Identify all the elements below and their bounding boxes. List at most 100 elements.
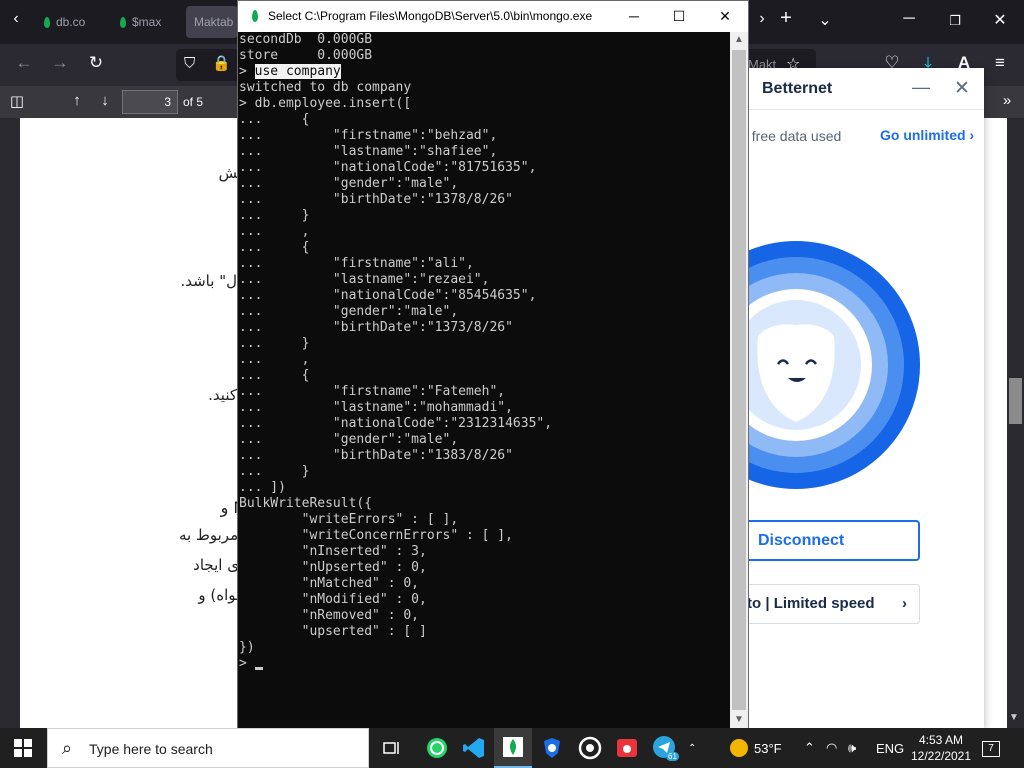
menu-icon[interactable]: ≡ xyxy=(988,53,1012,73)
tab-maktab[interactable]: Maktab xyxy=(186,6,238,38)
page-count: of 5 xyxy=(183,95,204,109)
console-line: > db.employee.insert([ xyxy=(239,96,412,111)
language-indicator[interactable]: ENG xyxy=(876,728,904,768)
console-line: ... "firstname":"Fatemeh", xyxy=(239,384,506,399)
go-unlimited-link[interactable]: Go unlimited › xyxy=(880,127,974,143)
clock[interactable]: 4:53 AM 12/22/2021 xyxy=(908,732,974,764)
brave-icon[interactable] xyxy=(533,728,571,768)
console-line: > use company xyxy=(239,64,341,79)
console-line: ... "birthDate":"1383/8/26" xyxy=(239,448,513,463)
telegram-icon[interactable]: 61 xyxy=(646,728,684,768)
previous-page-icon[interactable]: ↑ xyxy=(66,92,88,109)
console-line: "nInserted" : 3, xyxy=(239,544,427,559)
page-number-input[interactable]: 3 xyxy=(122,90,178,114)
console-line: "nUpserted" : 0, xyxy=(239,560,427,575)
betternet-title: Betternet xyxy=(762,80,833,97)
whatsapp-icon[interactable] xyxy=(418,728,456,768)
console-line: BulkWriteResult({ xyxy=(239,496,373,511)
shield-icon[interactable]: ⛉ xyxy=(184,55,195,72)
taskbar-search-box[interactable]: ⌕ Type here to search xyxy=(47,728,369,768)
sidebar-toggle-icon[interactable]: ◫ xyxy=(6,92,28,110)
mongo-console-window[interactable]: Select C:\Program Files\MongoDB\Server\5… xyxy=(237,0,749,729)
console-scrollbar[interactable]: ▲ ▼ xyxy=(730,32,748,729)
console-output[interactable]: secondDb 0.000GB store 0.000GB > use compa… xyxy=(239,32,729,730)
console-line: ... "birthDate":"1378/8/26" xyxy=(239,192,513,207)
data-usage-text: f free data used xyxy=(744,128,842,144)
brave-glyph xyxy=(544,738,560,758)
console-title: Select C:\Program Files\MongoDB\Server\5… xyxy=(268,9,593,23)
obs-glyph xyxy=(578,736,602,760)
obs-icon[interactable] xyxy=(571,728,609,768)
speed-plan-button[interactable]: to | Limited speed › xyxy=(742,584,920,624)
task-view-icon[interactable] xyxy=(373,728,411,768)
console-line: "upserted" : [ ] xyxy=(239,624,427,639)
disconnect-button[interactable]: Disconnect xyxy=(742,520,920,561)
windows-logo-icon xyxy=(14,739,32,757)
mongodb-leaf-icon xyxy=(120,16,126,28)
speed-plan-label: to | Limited speed xyxy=(747,595,875,612)
plus-icon[interactable]: + xyxy=(774,7,798,30)
console-line: ... { xyxy=(239,112,310,127)
camera-glyph xyxy=(617,739,637,757)
mongodb-icon[interactable] xyxy=(494,728,532,768)
start-button[interactable] xyxy=(0,728,46,768)
tab-max[interactable]: $max xyxy=(112,6,178,38)
minimize-icon[interactable]: ─ xyxy=(619,5,649,27)
console-scrollbar-thumb[interactable] xyxy=(732,50,746,710)
tools-chevron-icon[interactable]: » xyxy=(996,92,1018,109)
text-cursor xyxy=(254,667,263,670)
console-line: "nRemoved" : 0, xyxy=(239,608,420,623)
scroll-down-arrow-icon[interactable]: ▼ xyxy=(1009,712,1019,723)
maximize-icon[interactable]: ☐ xyxy=(664,5,694,27)
weather-temp: 53°F xyxy=(754,740,782,756)
minimize-icon[interactable]: — xyxy=(912,77,930,98)
search-placeholder: Type here to search xyxy=(89,741,213,757)
console-title-bar[interactable]: Select C:\Program Files\MongoDB\Server\5… xyxy=(238,1,748,32)
pdf-text-line: کنید. xyxy=(208,386,237,404)
console-line: > xyxy=(239,656,729,672)
notification-center-icon[interactable]: 7 xyxy=(980,738,1002,758)
forward-icon[interactable]: → xyxy=(48,53,72,73)
taskbar: ⌕ Type here to search 61 ⌃ 53°F ⌃ ◠ 🕪 EN… xyxy=(0,728,1024,768)
tray-expand-icon[interactable]: ⌃ xyxy=(688,728,700,768)
volume-icon[interactable]: 🕪 xyxy=(848,728,856,768)
scroll-up-arrow-icon[interactable]: ▲ xyxy=(734,34,744,45)
back-icon[interactable]: ← xyxy=(12,53,36,73)
weather-widget[interactable]: 53°F xyxy=(730,728,782,768)
search-icon: ⌕ xyxy=(62,738,73,758)
pdf-scrollbar-thumb[interactable] xyxy=(1009,378,1022,424)
chevron-down-icon[interactable]: ⌄ xyxy=(813,10,837,30)
mongodb-glyph xyxy=(503,737,523,757)
show-hidden-icons-icon[interactable]: ⌃ xyxy=(804,728,815,768)
vscode-glyph xyxy=(463,738,484,758)
vscode-icon[interactable] xyxy=(455,728,493,768)
tab-scroll-right-icon[interactable]: › xyxy=(750,10,774,28)
camera-icon[interactable] xyxy=(608,728,646,768)
whatsapp-glyph xyxy=(427,738,447,758)
wifi-icon[interactable]: ◠ xyxy=(826,728,837,768)
minimize-icon[interactable]: ─ xyxy=(897,10,921,28)
tab-label: $max xyxy=(132,15,162,29)
console-line: ... "lastname":"mohammadi", xyxy=(239,400,513,415)
console-line: ... "birthDate":"1373/8/26" xyxy=(239,320,513,335)
reload-icon[interactable]: ↻ xyxy=(84,53,108,73)
console-line: switched to db company xyxy=(239,80,412,95)
console-line: }) xyxy=(239,640,255,655)
lock-icon[interactable]: 🔒 xyxy=(212,54,231,72)
tab-db-co[interactable]: db.co xyxy=(36,6,102,38)
close-icon[interactable]: ✕ xyxy=(954,77,970,100)
tab-scroll-left-icon[interactable]: ‹ xyxy=(4,10,28,28)
close-icon[interactable]: ✕ xyxy=(710,5,740,27)
console-line: ... "firstname":"ali", xyxy=(239,256,474,271)
highlighted-command: use company xyxy=(254,64,341,79)
telegram-badge: 61 xyxy=(666,752,679,761)
console-line: ... "nationalCode":"85454635", xyxy=(239,288,537,303)
scroll-down-arrow-icon[interactable]: ▼ xyxy=(734,714,744,725)
console-line: ... , xyxy=(239,352,310,367)
console-line: ... } xyxy=(239,464,310,479)
close-icon[interactable]: ✕ xyxy=(988,10,1012,30)
restore-icon[interactable]: ❐ xyxy=(943,13,967,29)
next-page-icon[interactable]: ↓ xyxy=(94,92,116,109)
pdf-text-line: ل" باشد. xyxy=(180,272,237,290)
console-line: ... "lastname":"shafiee", xyxy=(239,144,498,159)
